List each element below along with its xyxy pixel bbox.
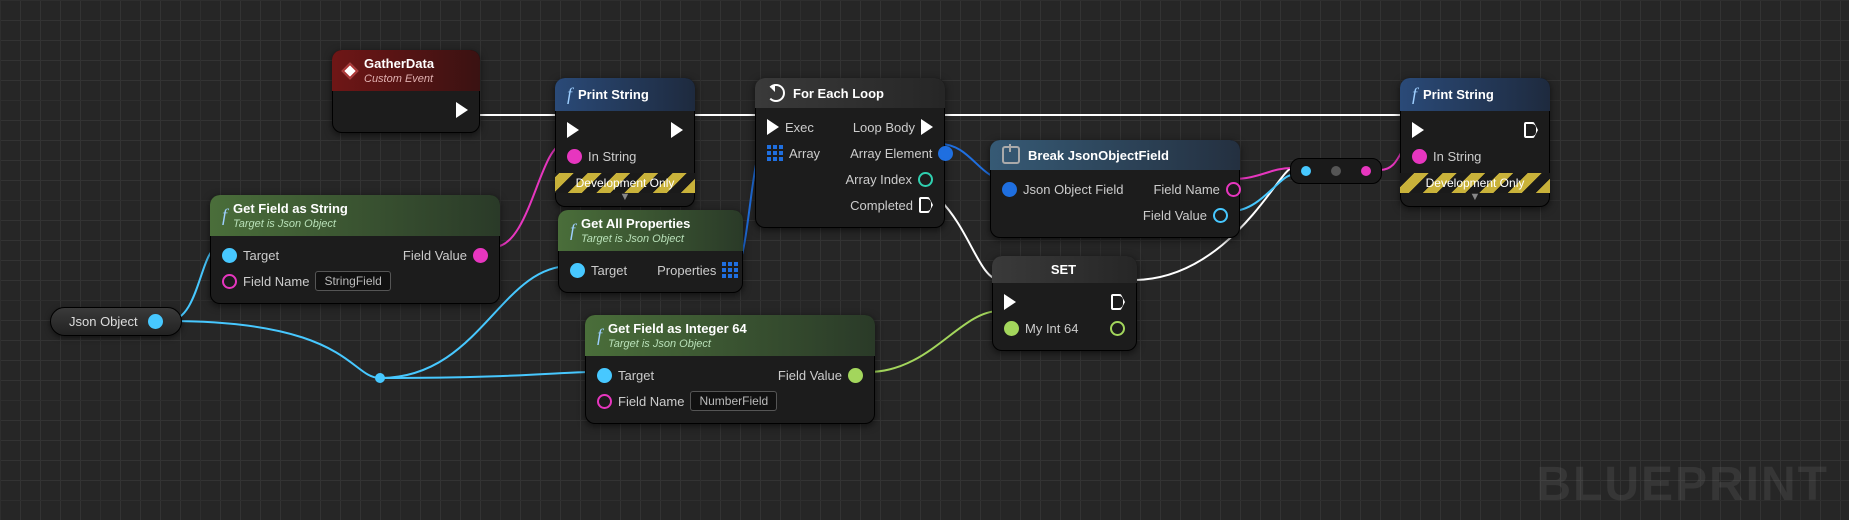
out-pin[interactable] [473, 248, 488, 263]
target-pin[interactable] [570, 263, 585, 278]
out-pin[interactable] [1110, 321, 1125, 336]
node-subtitle: Target is Json Object [608, 338, 747, 350]
in-string-pin[interactable] [567, 149, 582, 164]
node-print-string-a[interactable]: fPrint String In String Development Only… [555, 78, 695, 207]
function-icon: f [597, 325, 602, 346]
node-print-string-b[interactable]: fPrint String In String Development Only… [1400, 78, 1550, 207]
reroute-node[interactable] [1290, 158, 1382, 184]
in-string-pin[interactable] [1412, 149, 1427, 164]
output-pin[interactable] [148, 314, 163, 329]
node-subtitle: Target is Json Object [581, 233, 690, 245]
loop-icon [767, 84, 785, 102]
out-pin[interactable] [848, 368, 863, 383]
dev-only-bar: Development Only [1400, 173, 1550, 193]
node-get-field-string[interactable]: f Get Field as String Target is Json Objec… [210, 195, 500, 304]
exec-out[interactable] [1111, 294, 1125, 310]
event-icon [342, 62, 359, 79]
exec-out[interactable] [1524, 122, 1538, 138]
node-get-all-properties[interactable]: f Get All Properties Target is Json Object… [558, 210, 743, 293]
node-title: Print String [578, 87, 649, 102]
target-pin[interactable] [597, 368, 612, 383]
reroute-pin[interactable] [1301, 166, 1311, 176]
in-pin[interactable] [1002, 182, 1017, 197]
node-subtitle: Custom Event [364, 73, 434, 85]
fieldname-pin[interactable] [222, 274, 237, 289]
target-pin[interactable] [222, 248, 237, 263]
exec-out[interactable] [456, 102, 468, 118]
node-title: SET [1051, 262, 1076, 277]
value-pin[interactable] [1004, 321, 1019, 336]
exec-in[interactable] [1004, 294, 1016, 310]
watermark: BLUEPRINT [1536, 457, 1829, 512]
fieldname-pin[interactable] [1226, 182, 1241, 197]
loop-body-pin[interactable] [921, 119, 933, 135]
fieldname-pin[interactable] [597, 394, 612, 409]
exec-in[interactable] [767, 119, 779, 135]
node-break-json[interactable]: Break JsonObjectField Json Object FieldF… [990, 140, 1240, 238]
index-pin[interactable] [918, 172, 933, 187]
var-label: Json Object [69, 314, 138, 329]
function-icon: f [1412, 84, 1417, 105]
node-title: For Each Loop [793, 86, 884, 101]
node-title: Get Field as String [233, 201, 348, 216]
function-icon: f [570, 220, 575, 241]
node-title: Get All Properties [581, 216, 690, 231]
exec-out[interactable] [671, 122, 683, 138]
node-subtitle: Target is Json Object [233, 218, 348, 230]
reroute-pin[interactable] [1361, 166, 1371, 176]
function-icon: f [222, 205, 227, 226]
elem-pin[interactable] [938, 146, 953, 161]
node-gatherdata[interactable]: GatherData Custom Event [332, 50, 480, 133]
expand-chevron[interactable]: ▼ [555, 191, 695, 203]
completed-pin[interactable] [919, 197, 933, 213]
expand-chevron[interactable]: ▼ [1400, 191, 1550, 203]
node-title: Break JsonObjectField [1028, 148, 1169, 163]
fieldvalue-pin[interactable] [1213, 208, 1228, 223]
var-json-object[interactable]: Json Object [50, 307, 182, 336]
out-array-pin[interactable] [722, 262, 738, 278]
node-set[interactable]: SET My Int 64 [992, 256, 1137, 351]
exec-in[interactable] [1412, 122, 1424, 138]
reroute-dot [1331, 166, 1341, 176]
exec-in[interactable] [567, 122, 579, 138]
fieldname-input[interactable]: NumberField [690, 391, 777, 411]
function-icon: f [567, 84, 572, 105]
dev-only-bar: Development Only [555, 173, 695, 193]
array-pin[interactable] [767, 145, 783, 161]
node-title: Print String [1423, 87, 1494, 102]
node-get-field-int64[interactable]: f Get Field as Integer 64 Target is Json O… [585, 315, 875, 424]
fieldname-input[interactable]: StringField [315, 271, 390, 291]
node-title: Get Field as Integer 64 [608, 321, 747, 336]
node-header: GatherData Custom Event [332, 50, 480, 91]
break-icon [1002, 146, 1020, 164]
node-title: GatherData [364, 56, 434, 71]
node-for-each-loop[interactable]: For Each Loop ExecLoop Body ArrayArray E… [755, 78, 945, 228]
